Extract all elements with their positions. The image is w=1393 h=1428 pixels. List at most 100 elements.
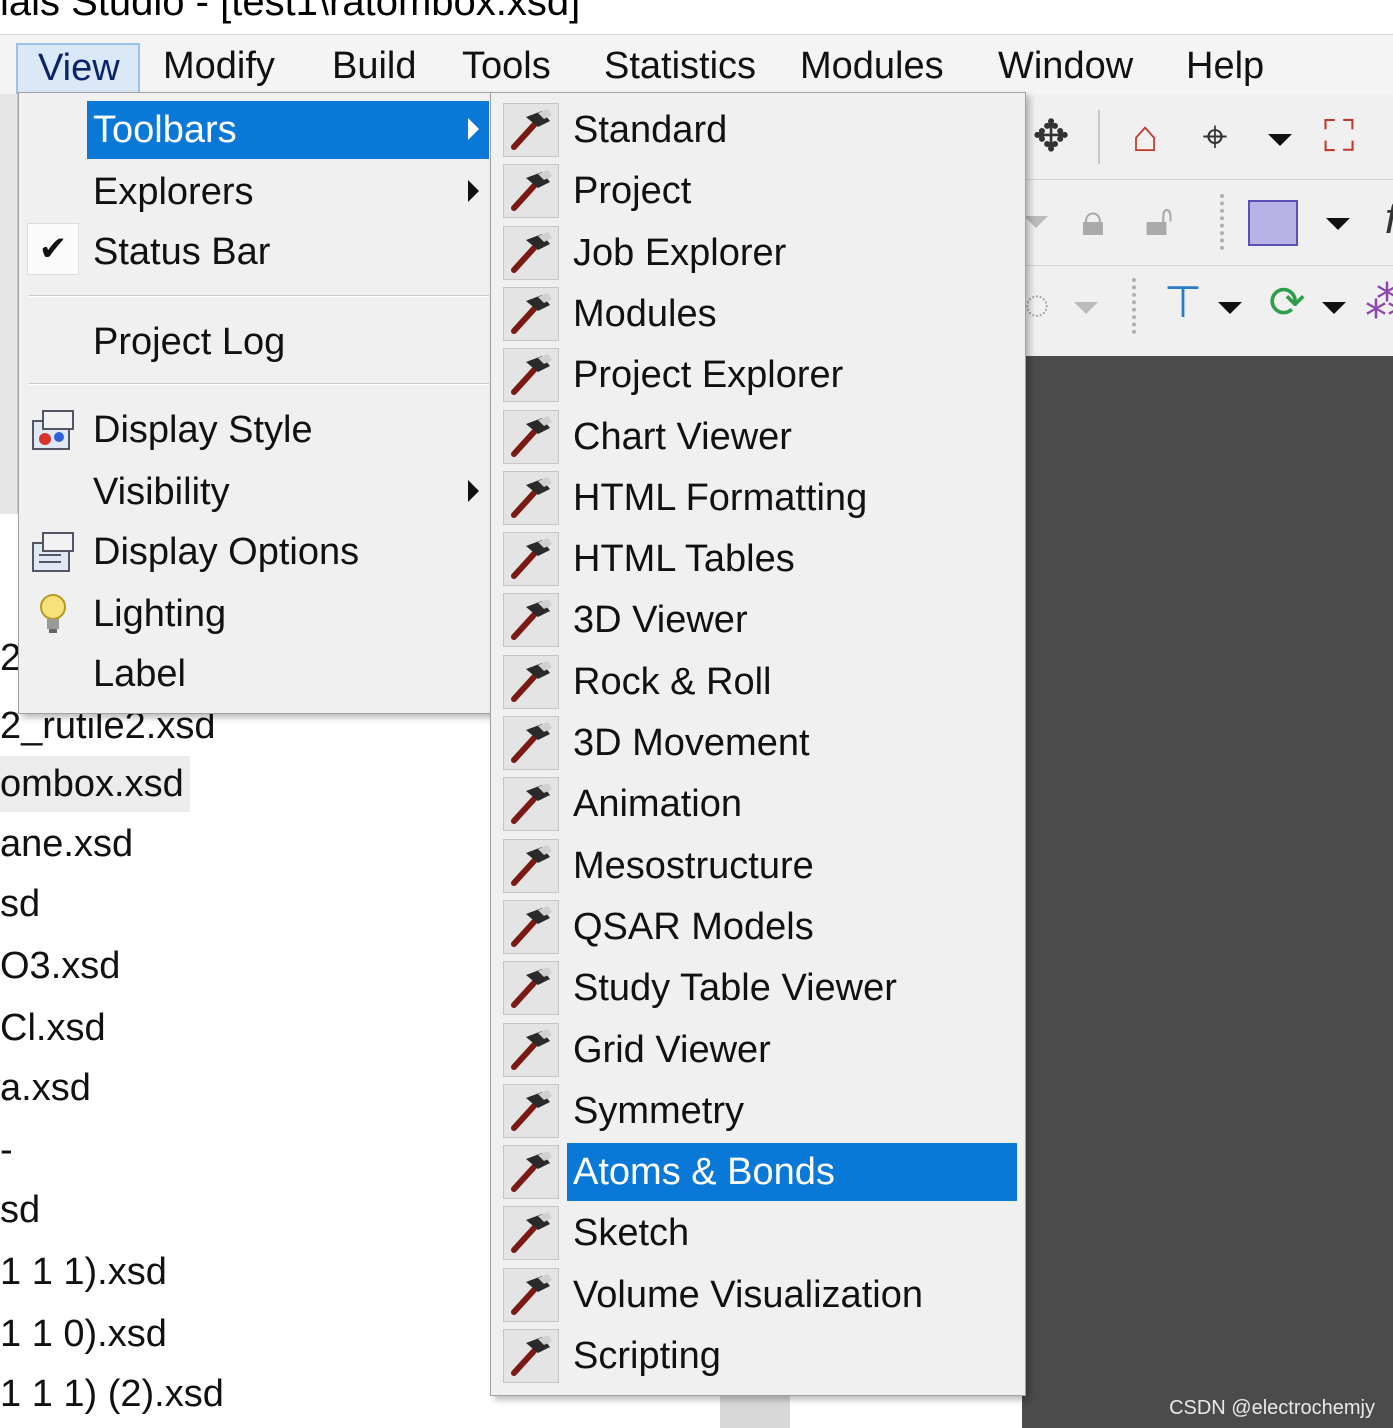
molecule-icon[interactable]: ⁂ [1362,278,1393,328]
lightbulb-icon [40,594,66,633]
3d-viewport[interactable] [1022,356,1393,1428]
toolbar-toggle-item[interactable]: 3D Viewer [497,591,1017,649]
toolbar-toggle-label: Animation [573,783,742,826]
menu-item-display-style[interactable]: Display Style [87,401,489,459]
hammer-icon [503,716,559,770]
menu-item-project-log[interactable]: Project Log [87,313,489,371]
toolbar-toggle-item[interactable]: HTML Tables [497,530,1017,588]
hammer-icon [503,1329,559,1383]
toolbar-toggle-item[interactable]: Mesostructure [497,837,1017,895]
list-item[interactable]: 1 1 1).xsd [0,1244,167,1300]
toolbar-toggle-item[interactable]: Study Table Viewer [497,959,1017,1017]
toolbar-toggle-item[interactable]: Symmetry [497,1082,1017,1140]
toolbar-overflow-icon[interactable]: ▯ [1378,112,1393,162]
hammer-icon [503,654,559,709]
menu-tools[interactable]: Tools [442,43,571,95]
toolbar-toggle-label: Sketch [573,1212,690,1255]
menu-item-lighting[interactable]: Lighting [87,585,489,643]
chevron-down-icon[interactable] [1218,302,1242,314]
menu-item-display-options[interactable]: Display Options [87,523,489,581]
menu-item-label: Label [93,653,186,695]
toolbar-toggle-item[interactable]: Project Explorer [497,346,1017,404]
hammer-icon [503,1206,559,1261]
toolbar-toggle-item[interactable]: Volume Visualization [497,1266,1017,1324]
menu-separator [29,295,489,297]
align-icon[interactable]: ⊤ [1158,278,1208,328]
list-item[interactable]: a.xsd [0,1060,91,1116]
chevron-down-icon[interactable] [1074,302,1098,314]
menu-item-label: Display Options [93,531,360,573]
toolbar-toggle-item[interactable]: Project [497,162,1017,220]
menu-item-label: Status Bar [93,231,271,273]
menu-window[interactable]: Window [978,43,1153,95]
menu-item-label-option[interactable]: Label [87,645,489,703]
fit-view-icon[interactable]: ⛶ [1314,112,1364,162]
chevron-down-icon[interactable] [1326,218,1350,230]
list-item[interactable]: 1 1 0).xsd [0,1306,167,1362]
chevron-down-icon[interactable] [1268,134,1292,146]
menu-bar: View Modify Build Tools Statistics Modul… [0,34,1393,95]
grid-select-icon[interactable] [1248,200,1298,246]
list-item[interactable]: sd [0,876,40,932]
menu-item-visibility[interactable]: Visibility [87,463,489,521]
toolbar-toggle-item[interactable]: Sketch [497,1204,1017,1262]
toolbar-toggle-label: Study Table Viewer [573,967,897,1010]
toolbar-area: ✥ ⌂ ⌖ ⛶ ▯ 🔒︎ 🔓︎ f ◌ ⊤ ⟳ ⁂ [1022,94,1393,356]
toolbar-toggle-item[interactable]: Atoms & Bonds [497,1143,1017,1202]
hammer-icon [503,777,559,832]
toolbar-toggle-label: Rock & Roll [573,660,772,703]
toolbar-toggle-item[interactable]: HTML Formatting [497,469,1017,527]
hammer-icon [503,286,559,341]
lock-icon[interactable]: 🔒︎ [1068,196,1118,246]
scrollbar-strip[interactable] [720,1395,790,1428]
move-icon[interactable]: ✥ [1026,112,1076,162]
menu-statistics[interactable]: Statistics [584,43,776,95]
list-item[interactable]: - [0,1122,13,1178]
crosshair-icon[interactable]: ⌖ [1190,112,1240,162]
menu-modules[interactable]: Modules [780,43,964,95]
explorer-toolbar-strip [0,94,18,514]
toolbar-toggle-item[interactable]: Modules [497,285,1017,343]
view-menu: Toolbars Explorers ✔ Status Bar Project … [18,92,492,714]
menu-item-label: Project Log [93,321,286,363]
list-item[interactable]: 1 1 1) (2).xsd [0,1366,224,1422]
chevron-down-icon[interactable] [1322,302,1346,314]
menu-item-label: Lighting [93,593,227,635]
toolbar-toggle-item[interactable]: QSAR Models [497,898,1017,956]
checkmark-icon: ✔ [27,223,79,275]
hammer-icon [503,1022,559,1077]
toolbar-toggle-item[interactable]: Rock & Roll [497,653,1017,711]
rotate-icon[interactable]: ⟳ [1262,278,1312,328]
toolbar-toggle-item[interactable]: Chart Viewer [497,408,1017,466]
menu-item-status-bar[interactable]: Status Bar [87,223,489,281]
menu-item-toolbars[interactable]: Toolbars [87,101,489,159]
toolbar-toggle-item[interactable]: Job Explorer [497,224,1017,282]
toolbar-grip [1132,278,1136,334]
list-item[interactable]: O3.xsd [0,938,120,994]
toolbar-toggle-item[interactable]: Standard [497,101,1017,159]
toolbar-toggle-item[interactable]: 3D Movement [497,714,1017,772]
menu-item-explorers[interactable]: Explorers [87,163,489,221]
list-item[interactable]: ane.xsd [0,816,133,872]
toolbar-toggle-label: HTML Formatting [573,476,868,519]
menu-modify[interactable]: Modify [143,43,295,95]
toolbar-toggle-item[interactable]: Grid Viewer [497,1021,1017,1079]
toolbar-grip [1220,194,1224,250]
menu-build[interactable]: Build [312,43,437,95]
toolbar-toggle-label: Job Explorer [573,231,787,274]
toolbar-toggle-label: Volume Visualization [573,1273,923,1316]
toolbar-toggle-label: Chart Viewer [573,415,792,458]
toolbar-toggle-item[interactable]: Animation [497,775,1017,833]
function-icon[interactable]: f [1366,194,1393,244]
menu-view[interactable]: View [16,43,140,95]
home-icon[interactable]: ⌂ [1120,112,1170,162]
toolbar-toggle-label: Scripting [573,1335,721,1377]
list-item[interactable]: sd [0,1182,40,1238]
list-item[interactable]: Cl.xsd [0,1000,106,1056]
list-item-selected[interactable]: ombox.xsd [0,756,190,812]
chevron-down-icon[interactable] [1024,216,1048,228]
menu-help[interactable]: Help [1166,43,1284,95]
unlock-icon[interactable]: 🔓︎ [1134,196,1184,246]
menu-item-label: Visibility [93,471,230,513]
toolbar-toggle-item[interactable]: Scripting [497,1327,1017,1385]
